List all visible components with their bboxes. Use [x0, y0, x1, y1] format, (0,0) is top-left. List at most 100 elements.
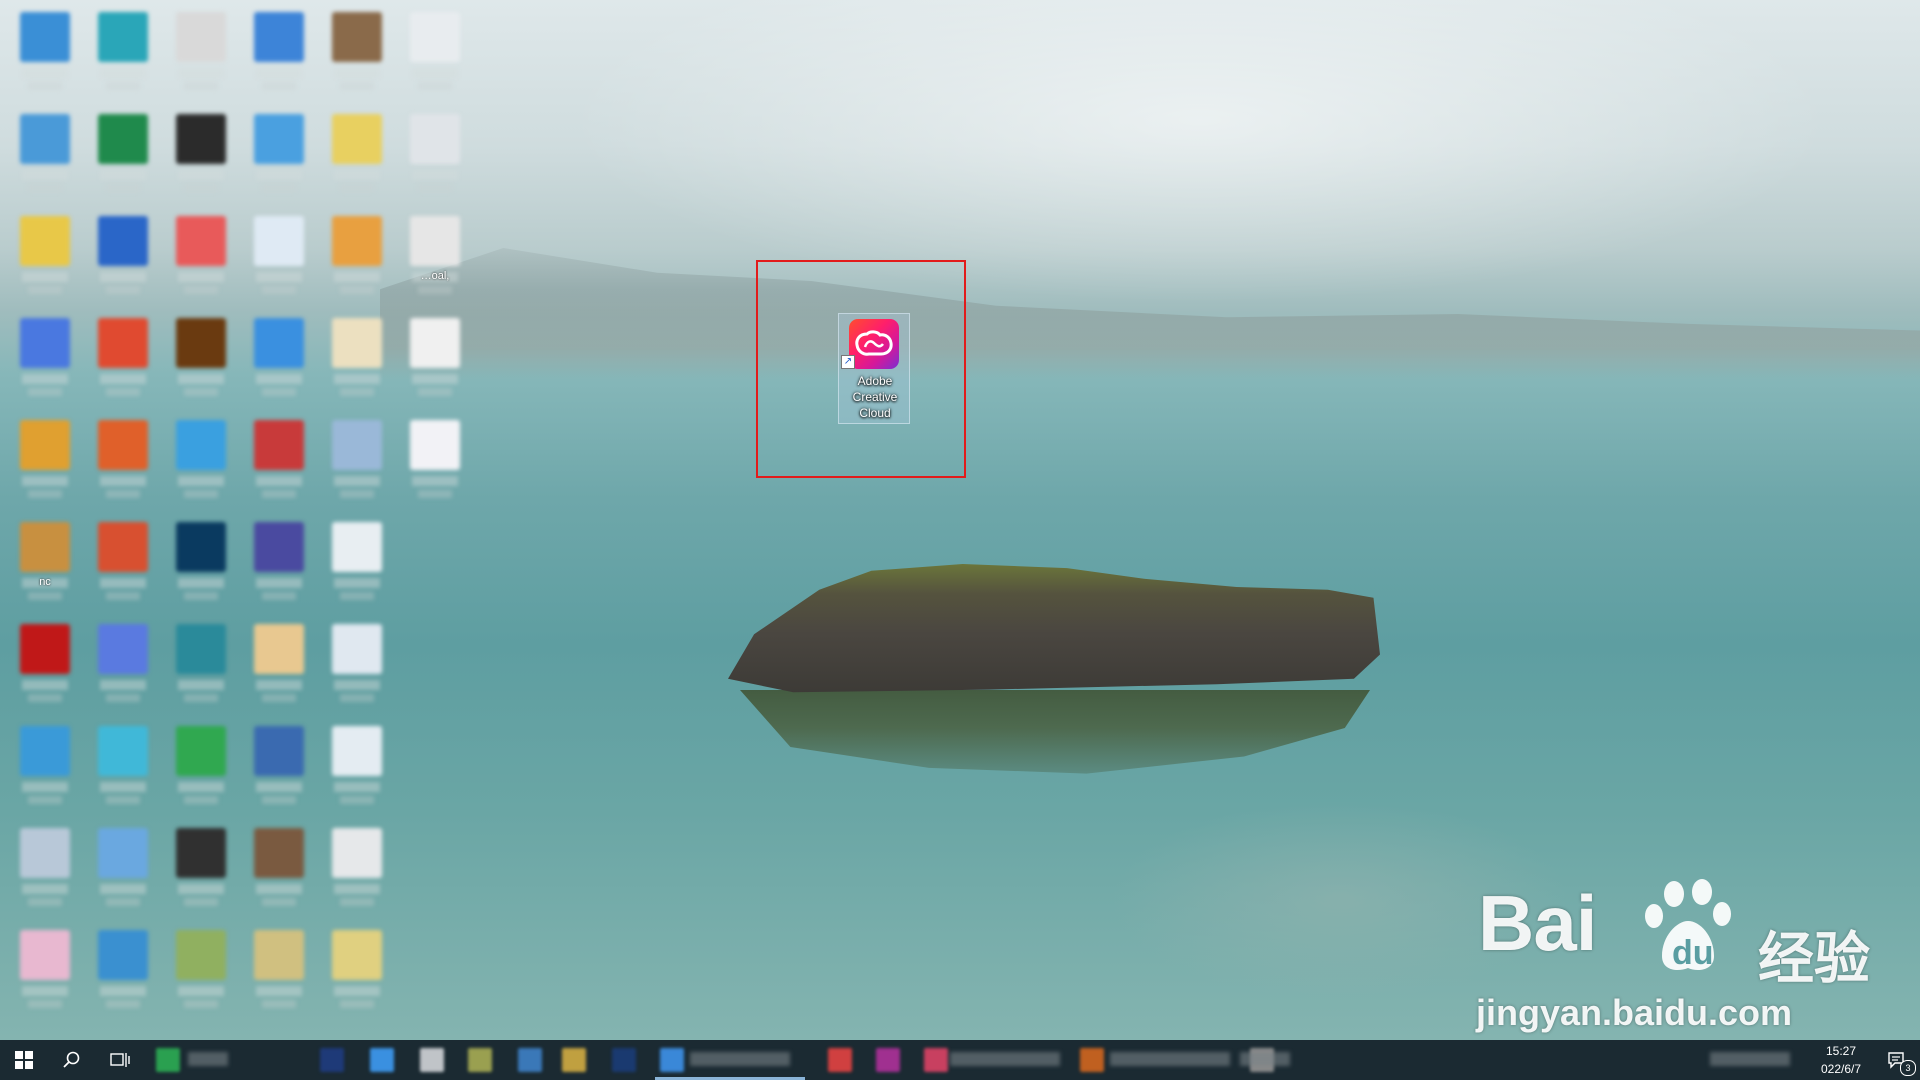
app-icon	[254, 12, 304, 62]
taskbar-app-icon[interactable]	[828, 1048, 852, 1072]
desktop-icon-blurred[interactable]	[8, 720, 82, 822]
icon-label-blur	[334, 986, 380, 996]
app-icon	[410, 12, 460, 62]
desktop-icon-blurred[interactable]	[242, 108, 316, 210]
desktop-icon-blurred[interactable]	[320, 108, 394, 210]
taskbar-app-icon[interactable]	[1080, 1048, 1104, 1072]
desktop-icon-blurred[interactable]	[242, 618, 316, 720]
desktop-icon-blurred[interactable]	[242, 720, 316, 822]
desktop-icon-blurred[interactable]	[86, 516, 160, 618]
desktop-icon-blurred[interactable]	[86, 618, 160, 720]
desktop-icon-blurred[interactable]	[242, 924, 316, 1026]
desktop-icon-blurred[interactable]	[8, 312, 82, 414]
desktop-icon-blurred[interactable]	[164, 210, 238, 312]
desktop-icon-blurred[interactable]	[164, 618, 238, 720]
desktop-icon-blurred[interactable]	[164, 924, 238, 1026]
icon-label: nc	[39, 576, 51, 588]
desktop-icon-blurred[interactable]: nc	[8, 516, 82, 618]
desktop-icon-blurred[interactable]	[242, 822, 316, 924]
app-icon	[98, 522, 148, 572]
taskbar-label-blur	[950, 1052, 1060, 1066]
desktop-icon-blurred[interactable]	[242, 312, 316, 414]
icon-label-blur	[262, 898, 296, 906]
desktop-icon-blurred[interactable]	[242, 210, 316, 312]
taskbar-app-icon[interactable]	[370, 1048, 394, 1072]
desktop-icon-blurred[interactable]	[86, 414, 160, 516]
icon-label-blur	[334, 578, 380, 588]
icon-label-blur	[334, 782, 380, 792]
taskbar-app-icon[interactable]	[876, 1048, 900, 1072]
taskbar-app-icon[interactable]	[660, 1048, 684, 1072]
desktop-icon-blurred[interactable]	[320, 414, 394, 516]
desktop-icon-blurred[interactable]	[8, 108, 82, 210]
icon-label-blur	[412, 374, 458, 384]
desktop-icon-blurred[interactable]	[320, 924, 394, 1026]
desktop-icon-blurred[interactable]	[242, 516, 316, 618]
icon-label-blur	[340, 184, 374, 192]
desktop-icon-blurred[interactable]	[320, 618, 394, 720]
taskbar-app-icon[interactable]	[518, 1048, 542, 1072]
desktop-icon-blurred[interactable]	[242, 6, 316, 108]
desktop-icon-blurred[interactable]	[398, 108, 472, 210]
desktop-icon-blurred[interactable]	[8, 822, 82, 924]
desktop-icon-blurred[interactable]	[86, 6, 160, 108]
icon-label-blur	[184, 796, 218, 804]
desktop-icon-blurred[interactable]	[164, 108, 238, 210]
desktop-icon-blurred[interactable]	[8, 6, 82, 108]
desktop-icon-blurred[interactable]	[320, 6, 394, 108]
desktop-icon-blurred[interactable]	[320, 312, 394, 414]
icon-label-blur	[256, 476, 302, 486]
desktop-icon-blurred[interactable]	[164, 720, 238, 822]
desktop-icon-blurred[interactable]	[164, 312, 238, 414]
taskbar-app-icon[interactable]	[612, 1048, 636, 1072]
search-icon[interactable]	[48, 1040, 96, 1080]
notification-center-icon[interactable]: 3	[1872, 1040, 1920, 1080]
icon-label-blur	[178, 884, 224, 894]
taskbar-clock[interactable]: 15:27 022/6/7	[1806, 1042, 1876, 1078]
desktop-icon-blurred[interactable]	[164, 414, 238, 516]
taskbar-app-icon[interactable]	[156, 1048, 180, 1072]
icon-label-blur	[340, 1000, 374, 1008]
desktop-icon-blurred[interactable]	[164, 822, 238, 924]
icon-label-blur	[334, 68, 380, 78]
app-icon	[20, 114, 70, 164]
app-icon	[332, 114, 382, 164]
icon-label-blur	[28, 184, 62, 192]
taskbar-app-icon[interactable]	[468, 1048, 492, 1072]
desktop-icon-blurred[interactable]	[398, 6, 472, 108]
desktop-icon-blurred[interactable]	[8, 414, 82, 516]
desktop-icon-blurred[interactable]	[164, 6, 238, 108]
desktop-icon-blurred[interactable]	[320, 516, 394, 618]
taskbar-app-icon[interactable]	[420, 1048, 444, 1072]
desktop-icon-blurred[interactable]: …oal,	[398, 210, 472, 312]
icon-label-blur	[106, 592, 140, 600]
adobe-creative-cloud-shortcut[interactable]: ↗ Adobe Creative Cloud	[838, 313, 910, 424]
taskbar-app-icon[interactable]	[924, 1048, 948, 1072]
taskbar-app-icon[interactable]	[320, 1048, 344, 1072]
desktop-icon-blurred[interactable]	[320, 210, 394, 312]
desktop-icon-blurred[interactable]	[86, 924, 160, 1026]
desktop-icon-blurred[interactable]	[8, 210, 82, 312]
desktop-icon-blurred[interactable]	[8, 618, 82, 720]
desktop-icon-blurred[interactable]	[86, 822, 160, 924]
taskbar-app-icon[interactable]	[562, 1048, 586, 1072]
desktop-icon-blurred[interactable]	[242, 414, 316, 516]
icon-label-blur	[256, 680, 302, 690]
desktop-icon-blurred[interactable]	[8, 924, 82, 1026]
desktop-icon-blurred[interactable]	[320, 720, 394, 822]
icon-label-blur	[334, 680, 380, 690]
desktop-icon-blurred[interactable]	[86, 210, 160, 312]
desktop-icon-blurred[interactable]	[86, 720, 160, 822]
desktop-icon-blurred[interactable]	[398, 414, 472, 516]
icon-label-blur	[184, 82, 218, 90]
desktop-icon-blurred[interactable]	[86, 312, 160, 414]
desktop-icon-blurred[interactable]	[398, 312, 472, 414]
desktop-icon-blurred	[398, 924, 472, 1026]
desktop-icon-blurred[interactable]	[320, 822, 394, 924]
task-view-icon[interactable]	[96, 1040, 144, 1080]
desktop-icon-blurred[interactable]	[164, 516, 238, 618]
desktop-icon-blurred[interactable]	[86, 108, 160, 210]
windows-start-icon[interactable]	[0, 1040, 48, 1080]
app-icon	[98, 828, 148, 878]
icon-label-blur	[22, 272, 68, 282]
